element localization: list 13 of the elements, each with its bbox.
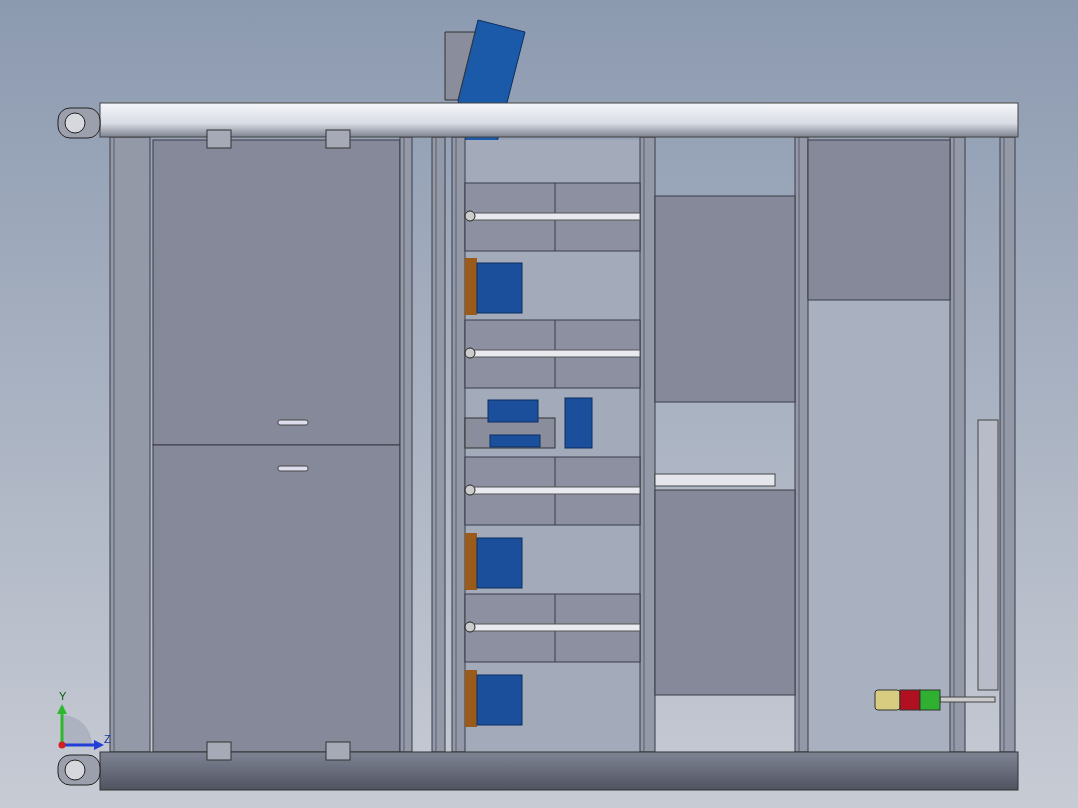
pusher-block <box>465 533 523 590</box>
pusher-block <box>465 258 523 315</box>
hinge <box>325 129 351 149</box>
hinge <box>206 741 232 761</box>
hinge <box>206 129 232 149</box>
hinge <box>325 741 351 761</box>
caster-wheel <box>57 754 101 786</box>
triad-quadrant <box>62 715 92 745</box>
origin-dot <box>58 741 66 749</box>
pusher-block <box>465 670 523 727</box>
axis-label: Z <box>104 733 111 745</box>
caster-wheel <box>57 107 101 139</box>
axis-label: Y <box>59 690 67 702</box>
